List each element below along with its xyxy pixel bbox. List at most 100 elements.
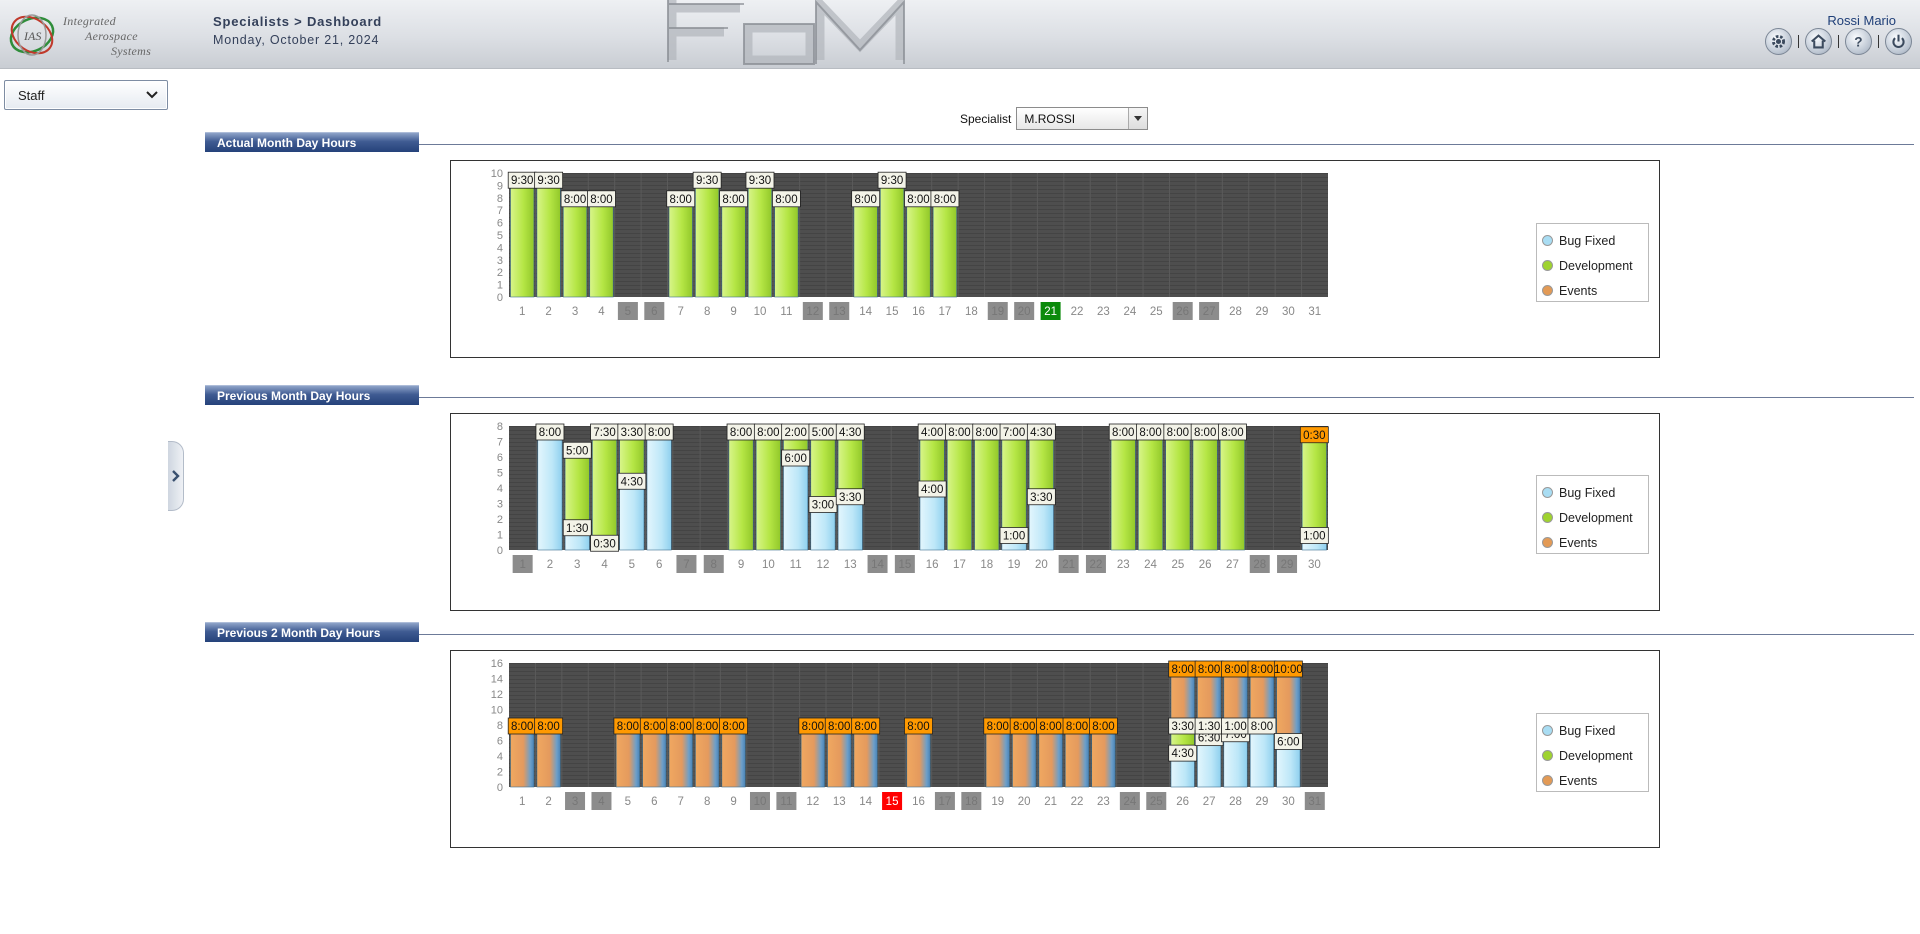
- y-tick-label: 5: [497, 468, 503, 480]
- legend-label: Events: [1559, 773, 1598, 788]
- data-label: 9:30: [749, 175, 771, 187]
- toolbar-separator: [1878, 35, 1879, 48]
- legend-dot-icon: [1542, 260, 1553, 271]
- x-tick-label: 15: [886, 796, 899, 808]
- data-label: 9:30: [537, 175, 559, 187]
- specialist-select[interactable]: M.ROSSI: [1016, 107, 1149, 130]
- legend-dot-icon: [1542, 725, 1553, 736]
- bar-segment-dev: [721, 197, 746, 298]
- bar-segment-bug: [537, 425, 563, 551]
- data-label: 0:30: [1303, 430, 1325, 442]
- data-label: 8:00: [934, 194, 956, 206]
- dropdown-arrow-icon[interactable]: [1128, 108, 1148, 129]
- legend-dot-icon: [1542, 750, 1553, 761]
- legend-label: Development: [1559, 258, 1633, 273]
- data-label: 8:00: [1221, 427, 1243, 439]
- chart-previous-month: 0 1 2 3 4 5 6 7 8 1 2 3 4 5 6 7 8 9 10 11 12 13 14 15 16 17 18 19 20…: [450, 413, 1660, 611]
- chevron-down-icon: [146, 91, 158, 99]
- bar-segment-bug: [783, 456, 809, 551]
- section-divider: [419, 397, 1914, 398]
- x-tick-label: 31: [1308, 306, 1321, 318]
- x-tick-label: 24: [1144, 559, 1157, 571]
- y-tick-label: 10: [491, 705, 503, 717]
- data-label: 8:00: [828, 721, 850, 733]
- x-tick-label: 24: [1123, 796, 1136, 808]
- x-tick-label: 20: [1018, 796, 1031, 808]
- data-label: 8:00: [1139, 427, 1161, 439]
- data-label: 8:00: [1251, 664, 1273, 676]
- x-tick-label: 10: [762, 559, 775, 571]
- x-tick-label: 9: [738, 559, 744, 571]
- data-label: 8:00: [1198, 664, 1220, 676]
- x-tick-label: 25: [1150, 796, 1163, 808]
- legend-label: Events: [1559, 283, 1598, 298]
- data-label: 4:30: [1171, 748, 1193, 760]
- x-tick-label: 3: [572, 306, 578, 318]
- x-tick-label: 30: [1282, 796, 1295, 808]
- x-tick-label: 22: [1090, 559, 1103, 571]
- x-tick-label: 26: [1176, 306, 1189, 318]
- x-tick-label: 27: [1203, 306, 1216, 318]
- section-divider: [419, 144, 1914, 145]
- x-tick-label: 17: [953, 559, 966, 571]
- x-tick-label: 22: [1071, 306, 1084, 318]
- data-label: 8:00: [854, 721, 876, 733]
- bar-segment-dev: [932, 197, 957, 298]
- section-title-actual-month: Actual Month Day Hours: [205, 132, 419, 152]
- chart-actual-month-svg: 0123456789101 2 3 4 5 6 7 8 9 10 11 12 13 14 15 16 17 18 1…: [491, 168, 1328, 320]
- x-tick-label: 10: [754, 306, 767, 318]
- x-tick-label: 30: [1282, 306, 1295, 318]
- bar-segment-dev: [1192, 425, 1218, 551]
- bar-segment-dev: [974, 425, 1000, 551]
- data-label: 8:00: [1066, 721, 1088, 733]
- legend-item-development: Development: [1542, 253, 1643, 278]
- x-tick-label: 27: [1203, 796, 1216, 808]
- power-icon[interactable]: [1885, 28, 1912, 55]
- data-label: 4:30: [839, 427, 861, 439]
- data-label: 8:00: [670, 721, 692, 733]
- y-tick-label: 16: [491, 658, 503, 670]
- x-tick-label: 8: [711, 559, 717, 571]
- x-tick-label: 23: [1097, 796, 1110, 808]
- data-label: 8:00: [648, 427, 670, 439]
- y-tick-label: 8: [497, 193, 503, 205]
- x-tick-label: 28: [1229, 796, 1242, 808]
- bar-segment-dev: [1165, 425, 1191, 551]
- logo-line-2: Aerospace: [85, 29, 138, 43]
- data-label: 8:00: [976, 427, 998, 439]
- x-tick-label: 6: [656, 559, 662, 571]
- x-tick-label: 9: [730, 306, 736, 318]
- data-label: 8:00: [730, 427, 752, 439]
- data-label: 3:30: [621, 427, 643, 439]
- user-name[interactable]: Rossi Mario: [1827, 13, 1896, 28]
- x-tick-label: 18: [980, 559, 993, 571]
- x-tick-label: 1: [519, 559, 525, 571]
- bar-segment-dev: [853, 197, 878, 298]
- toolbar-separator: [1798, 35, 1799, 48]
- toolbar-separator: [1838, 35, 1839, 48]
- legend-dot-icon: [1542, 537, 1553, 548]
- x-tick-label: 21: [1044, 306, 1057, 318]
- chart-actual-month: 0 1 2 3 4 5 6 7 8 9 10 1 2 3 4 5 6 7 8 9 10 11 12 13 14 15 16 17 18 1…: [450, 160, 1660, 358]
- data-label: 0:30: [593, 538, 615, 550]
- sidebar-toggle[interactable]: [168, 441, 184, 511]
- x-tick-label: 17: [939, 306, 952, 318]
- help-icon[interactable]: ?: [1845, 28, 1872, 55]
- data-label: 8:00: [907, 194, 929, 206]
- chart-legend: Bug Fixed Development Events: [1536, 223, 1649, 302]
- bar-segment-dev: [536, 178, 561, 298]
- settings-icon[interactable]: [1765, 28, 1792, 55]
- data-label: 8:00: [802, 721, 824, 733]
- x-tick-label: 13: [833, 796, 846, 808]
- x-tick-label: 2: [547, 559, 553, 571]
- data-label: 8:00: [1092, 721, 1114, 733]
- x-tick-label: 8: [704, 306, 710, 318]
- staff-select[interactable]: Staff: [4, 80, 168, 110]
- home-icon[interactable]: [1805, 28, 1832, 55]
- chart-previous-month-svg: 0123456781 2 3 4 5 6 7 8 9 10 11 12 13 14 15 16 17 18 19 20…: [497, 421, 1329, 573]
- data-label: 7:30: [593, 427, 615, 439]
- x-tick-label: 3: [574, 559, 580, 571]
- logo-line-3: Systems: [111, 44, 152, 58]
- data-label: 7:00: [1003, 427, 1025, 439]
- y-tick-label: 12: [491, 689, 503, 701]
